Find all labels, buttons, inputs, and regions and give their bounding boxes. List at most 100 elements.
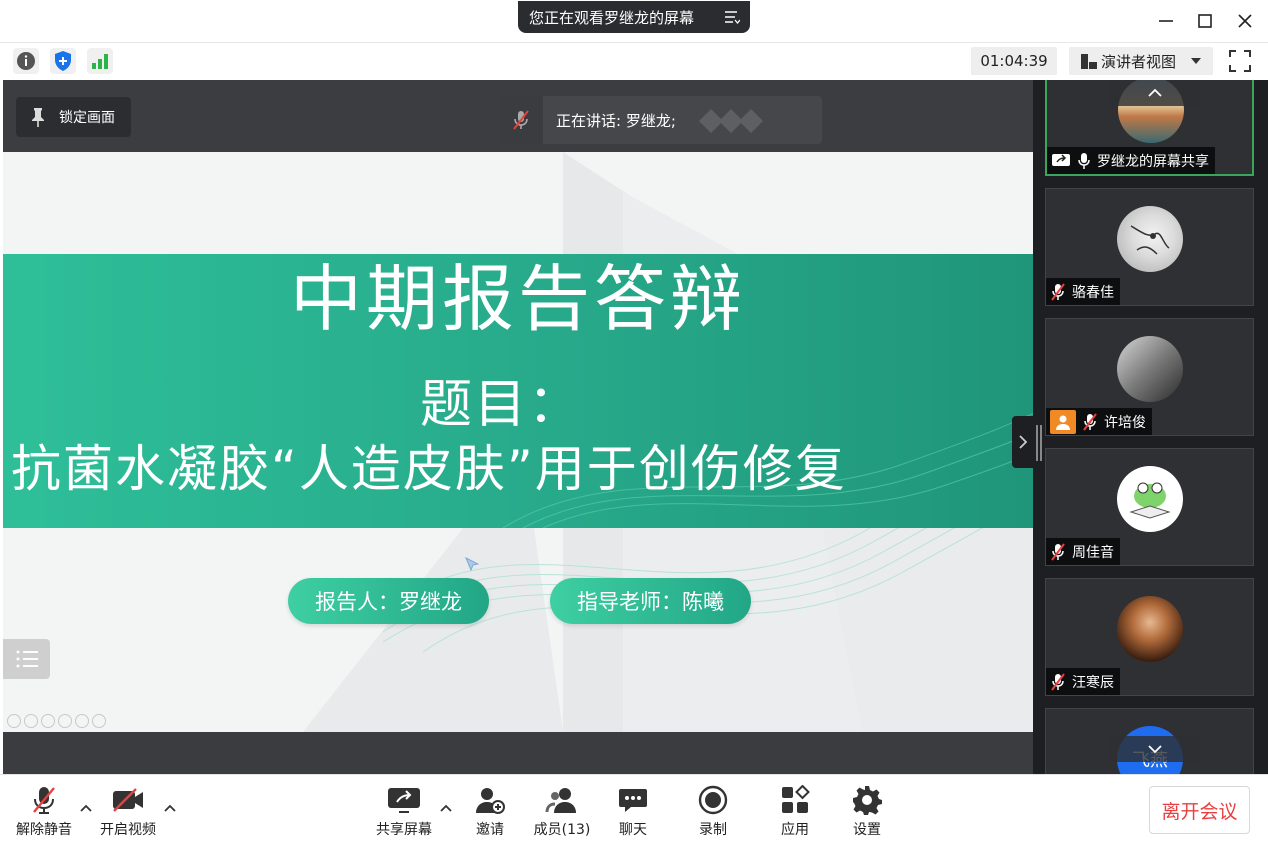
gear-icon xyxy=(853,786,882,815)
share-screen-icon xyxy=(388,788,420,813)
slide-title: 中期报告答辩 xyxy=(289,257,746,341)
unmute-label: 解除静音 xyxy=(16,822,72,838)
unmute-button[interactable]: 解除静音 xyxy=(4,783,84,839)
close-icon xyxy=(1238,14,1252,28)
view-mode-select[interactable]: 演讲者视图 xyxy=(1069,47,1213,75)
zoom-icon[interactable] xyxy=(75,714,89,728)
participant-tile[interactable]: 周佳音 xyxy=(1045,448,1254,566)
chevron-up-icon xyxy=(1148,88,1162,97)
participant-tile[interactable]: 许培俊 xyxy=(1045,318,1254,436)
participant-tile[interactable]: 汪寒辰 xyxy=(1045,578,1254,696)
participant-name-tag: 许培俊 xyxy=(1046,408,1152,435)
mic-icon xyxy=(1078,152,1090,169)
members-button[interactable]: 成员(13) xyxy=(522,783,602,839)
slide-subtitle: 题目： xyxy=(419,375,582,435)
user-icon xyxy=(1056,415,1070,430)
participant-name-tag: 周佳音 xyxy=(1046,538,1120,565)
avatar xyxy=(1117,466,1183,532)
chevron-up-icon[interactable] xyxy=(163,803,177,813)
speaker-mic-box xyxy=(499,96,543,144)
minimize-icon xyxy=(1159,20,1173,22)
participant-tile[interactable]: 骆春佳 xyxy=(1045,188,1254,306)
screen-share-icon xyxy=(1052,153,1070,166)
mic-muted-icon xyxy=(1051,282,1065,301)
slide-navigation-controls[interactable] xyxy=(7,714,106,728)
invite-label: 邀请 xyxy=(476,822,504,838)
resize-grip[interactable] xyxy=(1036,425,1042,461)
close-button[interactable] xyxy=(1232,8,1258,34)
signal-bars-icon xyxy=(92,54,108,69)
mic-muted-icon xyxy=(1083,412,1097,431)
participant-name-tag: 汪寒辰 xyxy=(1046,668,1120,695)
record-button[interactable]: 录制 xyxy=(673,783,753,839)
watermark-logo-icon xyxy=(699,109,763,133)
participant-name: 汪寒辰 xyxy=(1072,674,1114,691)
share-screen-label: 共享屏幕 xyxy=(376,822,432,838)
shared-screen-stage: 锁定画面 正在讲话: 罗继龙; 中期报告答辩 题目： 抗菌水凝胶“人造皮肤”用于… xyxy=(3,80,1033,774)
meeting-info-button[interactable] xyxy=(13,48,39,74)
apps-icon xyxy=(782,785,810,813)
title-bar: 您正在观看罗继龙的屏幕 xyxy=(0,0,1268,42)
pen-icon[interactable] xyxy=(41,714,55,728)
stage-header: 锁定画面 正在讲话: 罗继龙; xyxy=(3,80,1033,152)
presentation-slide: 中期报告答辩 题目： 抗菌水凝胶“人造皮肤”用于创伤修复 报告人：罗继龙 指导老… xyxy=(3,152,1033,732)
slide-outline-button[interactable] xyxy=(3,639,50,679)
info-icon xyxy=(17,52,35,70)
scroll-up-button[interactable] xyxy=(1109,80,1201,106)
lock-view-button[interactable]: 锁定画面 xyxy=(16,97,131,137)
maximize-icon xyxy=(1198,14,1212,28)
participant-video-list: 罗继龙的屏幕共享 骆春佳 许培俊 周佳音 汪寒辰 xyxy=(1033,80,1268,774)
collapse-sidebar-button[interactable] xyxy=(1012,416,1033,468)
leave-meeting-button[interactable]: 离开会议 xyxy=(1149,786,1250,834)
security-button[interactable] xyxy=(50,48,76,74)
presenter-pill: 报告人：罗继龙 xyxy=(288,578,489,624)
host-badge xyxy=(1050,409,1076,434)
participant-name: 许培俊 xyxy=(1104,414,1146,431)
lock-view-label: 锁定画面 xyxy=(59,110,115,126)
network-status-button[interactable] xyxy=(87,48,113,74)
video-off-icon xyxy=(113,788,143,812)
avatar xyxy=(1117,596,1183,662)
shield-icon xyxy=(55,51,71,71)
fullscreen-icon[interactable] xyxy=(1228,49,1252,73)
start-video-label: 开启视频 xyxy=(100,822,156,838)
start-video-button[interactable]: 开启视频 xyxy=(88,783,168,839)
meeting-control-bar: 解除静音 开启视频 共享屏幕 邀请 成员(13) 聊天 录制 应用 设置 离开会… xyxy=(0,774,1268,846)
slide-topic: 抗菌水凝胶“人造皮肤”用于创伤修复 xyxy=(11,440,847,498)
chat-label: 聊天 xyxy=(619,822,647,838)
pages-icon[interactable] xyxy=(58,714,72,728)
prev-slide-icon[interactable] xyxy=(7,714,21,728)
meeting-toolbar: 01:04:39 演讲者视图 xyxy=(0,42,1268,80)
invite-button[interactable]: 邀请 xyxy=(450,783,530,839)
settings-label: 设置 xyxy=(853,822,881,838)
layout-icon xyxy=(1081,54,1097,69)
share-screen-button[interactable]: 共享屏幕 xyxy=(364,783,444,839)
menu-icon[interactable] xyxy=(724,9,740,25)
avatar xyxy=(1117,336,1183,402)
mic-muted-icon xyxy=(1051,542,1065,561)
apps-button[interactable]: 应用 xyxy=(755,783,835,839)
more-icon[interactable] xyxy=(92,714,106,728)
viewing-screen-banner[interactable]: 您正在观看罗继龙的屏幕 xyxy=(518,1,750,33)
record-label: 录制 xyxy=(699,822,727,838)
avatar xyxy=(1117,206,1183,272)
stage-footer xyxy=(3,732,1033,774)
add-user-icon xyxy=(476,788,505,814)
chevron-down-icon xyxy=(1148,745,1162,754)
members-icon xyxy=(545,788,576,813)
mic-muted-icon xyxy=(33,787,55,814)
next-slide-icon[interactable] xyxy=(24,714,38,728)
maximize-button[interactable] xyxy=(1192,8,1218,34)
participant-name-tag: 骆春佳 xyxy=(1046,278,1120,305)
settings-button[interactable]: 设置 xyxy=(827,783,907,839)
advisor-pill: 指导老师：陈曦 xyxy=(550,578,751,624)
list-icon xyxy=(16,650,38,668)
chat-button[interactable]: 聊天 xyxy=(593,783,673,839)
scroll-down-button[interactable] xyxy=(1109,736,1201,762)
apps-label: 应用 xyxy=(781,822,809,838)
ink-drawing-icon xyxy=(1130,225,1170,255)
viewing-banner-text: 您正在观看罗继龙的屏幕 xyxy=(529,8,695,27)
speaking-label: 正在讲话: 罗继龙; xyxy=(556,112,676,130)
mic-muted-icon xyxy=(513,110,529,130)
minimize-button[interactable] xyxy=(1153,8,1179,34)
